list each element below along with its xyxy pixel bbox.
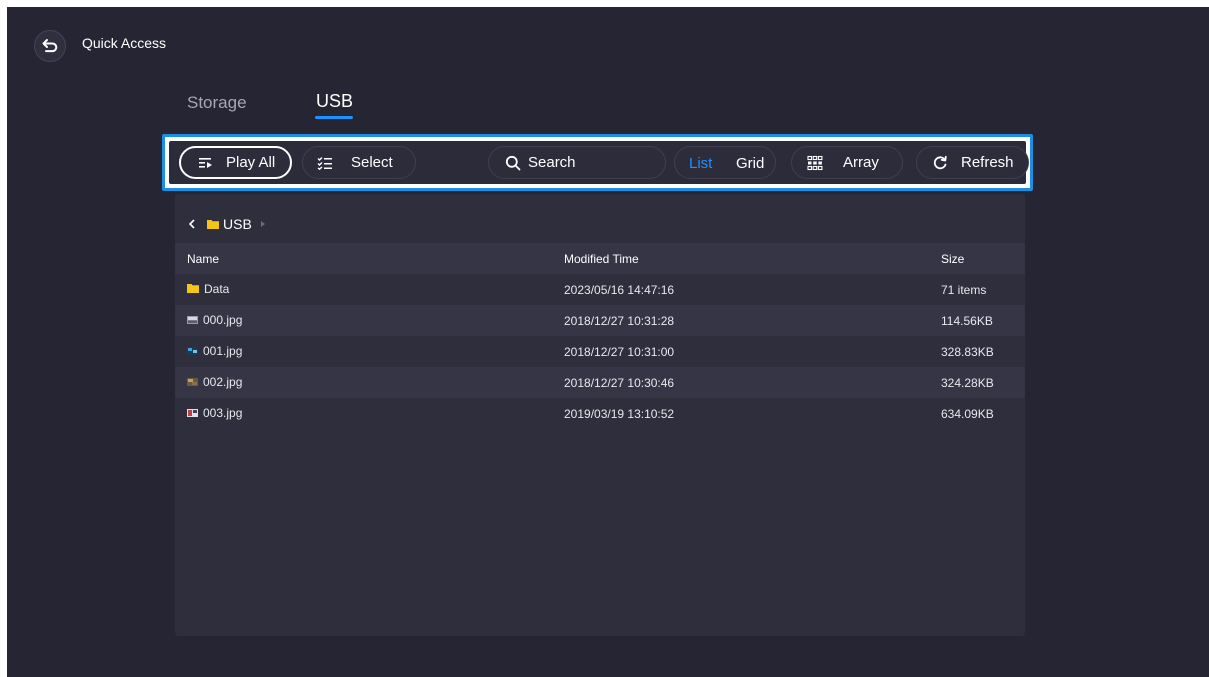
row-name-cell: 003.jpg xyxy=(187,406,242,420)
refresh-icon xyxy=(931,154,949,172)
file-name: Data xyxy=(204,282,230,296)
row-name-cell: 001.jpg xyxy=(187,344,242,358)
file-modified-time: 2023/05/16 14:47:16 xyxy=(564,283,675,297)
table-row[interactable]: 003.jpg 2019/03/19 13:10:52 634.09KB xyxy=(175,398,1025,429)
file-modified-time: 2019/03/19 13:10:52 xyxy=(564,407,675,421)
row-name-cell: 000.jpg xyxy=(187,313,242,327)
file-name: 003.jpg xyxy=(203,406,243,420)
array-button[interactable]: Array xyxy=(791,146,903,179)
list-view-option[interactable]: List xyxy=(689,155,712,172)
breadcrumb-next-icon xyxy=(260,220,266,228)
column-modified-time[interactable]: Modified Time xyxy=(564,252,639,266)
tab-storage[interactable]: Storage xyxy=(187,93,247,113)
search-button[interactable]: Search xyxy=(488,146,666,179)
image-thumb-icon xyxy=(187,313,198,327)
select-button[interactable]: Select xyxy=(302,146,416,179)
file-list-panel: USB Name Modified Time Size Data 2023/05… xyxy=(175,194,1025,636)
row-name-cell: 002.jpg xyxy=(187,375,242,389)
file-name: 001.jpg xyxy=(203,344,243,358)
file-size: 71 items xyxy=(941,283,987,297)
quick-access-screen: Quick Access Storage USB Play All Select… xyxy=(7,7,1209,677)
select-label: Select xyxy=(351,154,393,171)
table-row[interactable]: 001.jpg 2018/12/27 10:31:00 328.83KB xyxy=(175,336,1025,367)
file-size: 324.28KB xyxy=(941,376,994,390)
breadcrumb-current[interactable]: USB xyxy=(223,216,252,232)
table-row[interactable]: Data 2023/05/16 14:47:16 71 items xyxy=(175,274,1025,305)
row-name-cell: Data xyxy=(187,282,229,296)
toolbar-highlight-frame: Play All Select Search List Grid Array R… xyxy=(162,134,1033,191)
file-size: 328.83KB xyxy=(941,345,994,359)
array-grid-icon xyxy=(806,154,824,172)
image-thumb-icon xyxy=(187,375,198,389)
page-title: Quick Access xyxy=(82,35,167,51)
return-arrow-icon xyxy=(42,39,58,53)
file-modified-time: 2018/12/27 10:31:00 xyxy=(564,345,675,359)
tab-usb[interactable]: USB xyxy=(316,91,353,112)
folder-icon xyxy=(207,219,219,229)
array-label: Array xyxy=(843,154,879,171)
play-all-button[interactable]: Play All xyxy=(179,146,292,179)
column-size[interactable]: Size xyxy=(941,252,964,266)
image-thumb-icon xyxy=(187,406,198,420)
file-size: 114.56KB xyxy=(941,314,993,328)
search-icon xyxy=(504,154,522,172)
play-list-icon xyxy=(197,154,215,172)
breadcrumb: USB xyxy=(187,214,266,234)
table-row[interactable]: 000.jpg 2018/12/27 10:31:28 114.56KB xyxy=(175,305,1025,336)
view-mode-toggle: List Grid xyxy=(674,146,776,179)
file-name: 000.jpg xyxy=(203,313,243,327)
refresh-label: Refresh xyxy=(961,154,1014,171)
active-tab-indicator xyxy=(315,116,353,119)
file-size: 634.09KB xyxy=(941,407,994,421)
file-modified-time: 2018/12/27 10:30:46 xyxy=(564,376,675,390)
folder-icon xyxy=(187,282,199,296)
back-button[interactable] xyxy=(34,30,66,62)
checklist-icon xyxy=(316,154,334,172)
table-row[interactable]: 002.jpg 2018/12/27 10:30:46 324.28KB xyxy=(175,367,1025,398)
file-name: 002.jpg xyxy=(203,375,243,389)
grid-view-option[interactable]: Grid xyxy=(736,155,764,172)
toolbar: Play All Select Search List Grid Array R… xyxy=(169,141,1029,184)
table-header: Name Modified Time Size xyxy=(175,243,1025,274)
column-name[interactable]: Name xyxy=(187,252,219,266)
refresh-button[interactable]: Refresh xyxy=(916,146,1029,179)
breadcrumb-back-icon[interactable] xyxy=(187,218,197,230)
file-modified-time: 2018/12/27 10:31:28 xyxy=(564,314,675,328)
search-label: Search xyxy=(528,154,576,171)
image-thumb-icon xyxy=(187,344,198,358)
play-all-label: Play All xyxy=(226,154,276,171)
